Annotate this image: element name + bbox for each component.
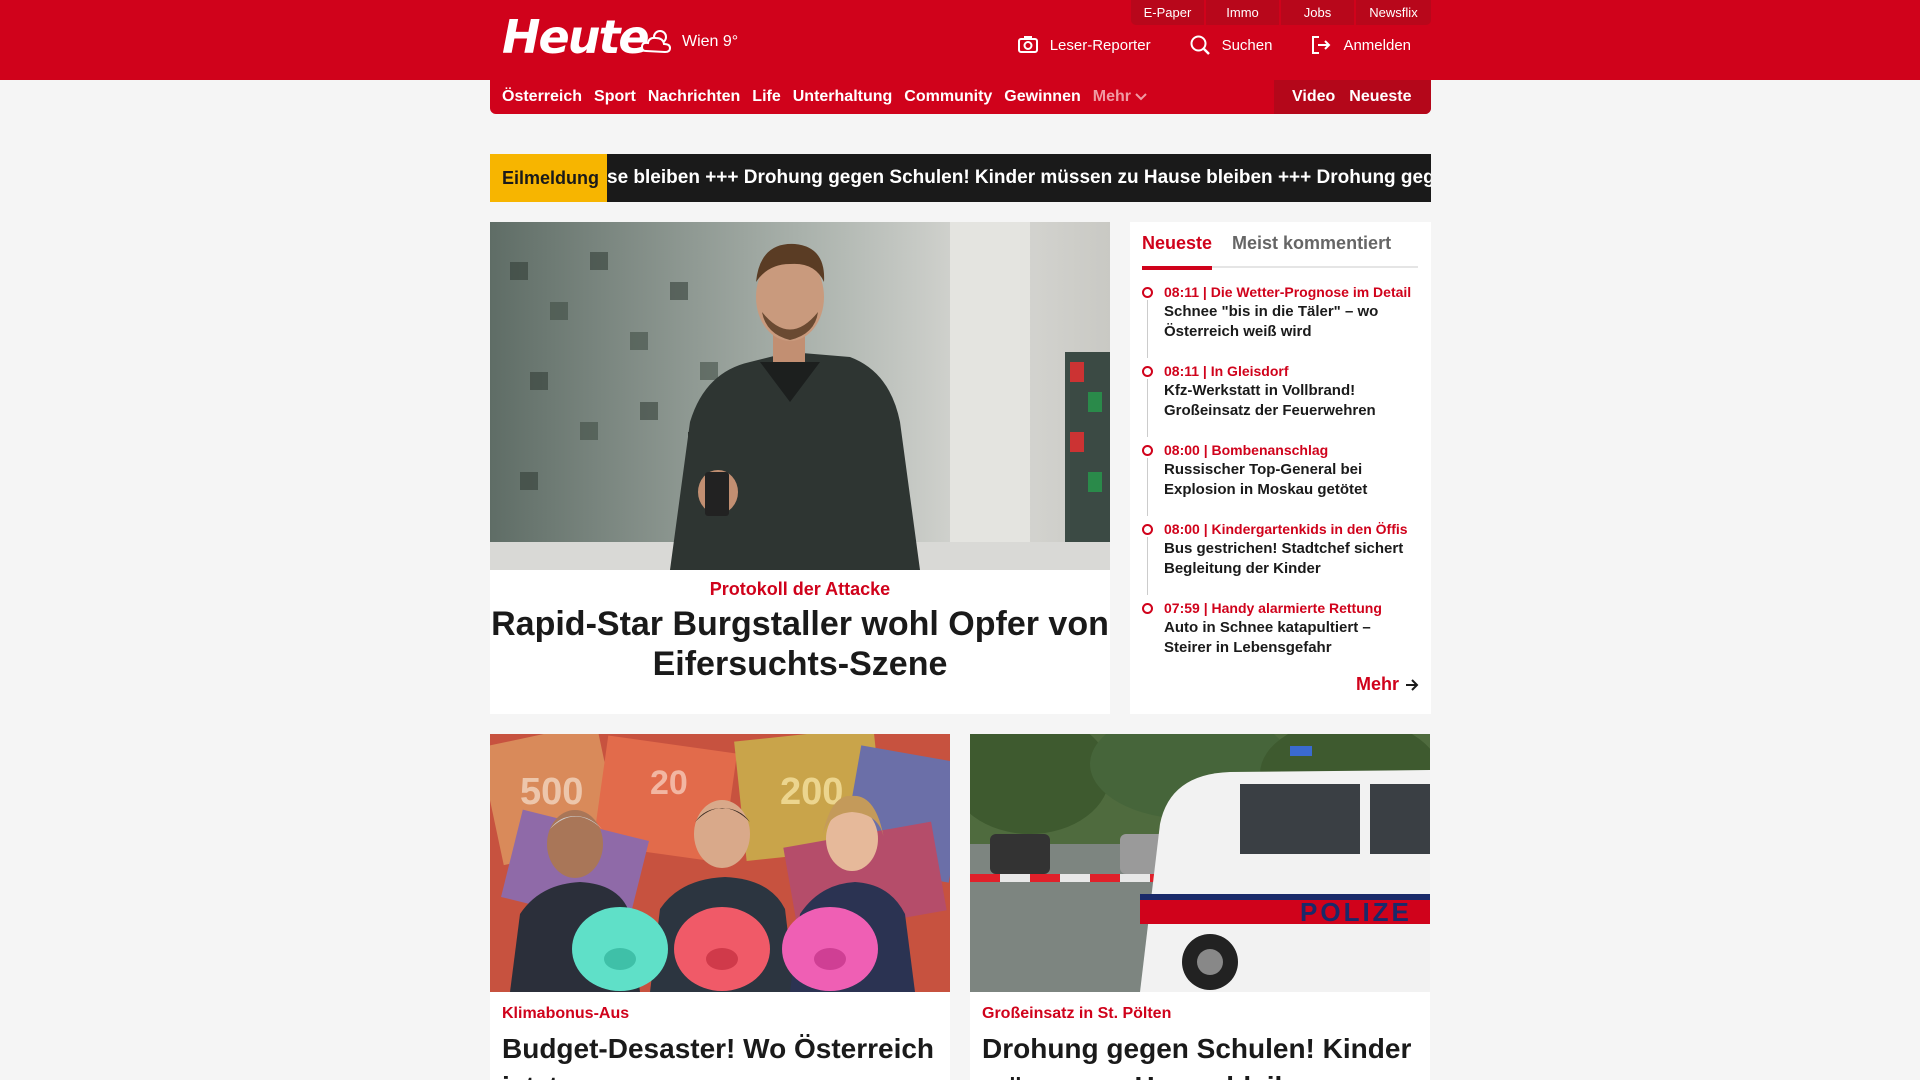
search-label: Suchen xyxy=(1221,36,1273,54)
nav-list: Österreich Sport Nachrichten Life Unterh… xyxy=(502,80,1147,114)
feed-meta: 08:11 | Die Wetter-Prognose im Detail xyxy=(1164,284,1412,300)
tab-neueste[interactable]: Neueste xyxy=(1142,232,1213,270)
camera-icon xyxy=(1017,36,1038,53)
list-item[interactable]: 08:00 | Kindergartenkids in den Öffis Bu… xyxy=(1142,519,1418,598)
article-card[interactable]: 500 200 20 Klimabonus-Aus Budget-Desaste… xyxy=(490,734,950,1080)
site-header: Heute Wien 9° E-Paper Immo Jobs Newsflix… xyxy=(0,0,1920,80)
timeline-dot xyxy=(1142,366,1153,377)
utility-link-epaper[interactable]: E-Paper xyxy=(1131,0,1204,25)
header-inner: Heute Wien 9° E-Paper Immo Jobs Newsflix… xyxy=(490,0,1431,80)
weather-text: Wien 9° xyxy=(682,33,739,50)
nav-item-nachrichten[interactable]: Nachrichten xyxy=(648,88,740,106)
nav-item-unterhaltung[interactable]: Unterhaltung xyxy=(793,88,893,106)
card-title[interactable]: Drohung gegen Schulen! Kinder müssen zu … xyxy=(982,1030,1422,1080)
site-logo[interactable]: Heute xyxy=(502,10,650,64)
svg-text:500: 500 xyxy=(520,771,583,813)
utility-links: E-Paper Immo Jobs Newsflix xyxy=(1131,0,1431,25)
ticker-text[interactable]: se bleiben +++ Drohung gegen Schulen! Ki… xyxy=(607,154,1431,202)
more-link[interactable]: Mehr xyxy=(1356,674,1419,695)
weather-widget[interactable]: Wien 9° xyxy=(640,27,738,57)
timeline-dot xyxy=(1142,287,1153,298)
hero-image[interactable] xyxy=(490,222,1110,570)
leser-reporter-button[interactable]: Leser-Reporter xyxy=(1017,34,1151,56)
latest-news-panel: Neueste Meist kommentiert 08:11 | Die We… xyxy=(1130,222,1431,714)
nav-right-group: Video Neueste xyxy=(1274,80,1431,114)
article-image[interactable]: POLIZE xyxy=(970,734,1430,992)
more-label: Mehr xyxy=(1355,674,1399,694)
arrow-right-icon xyxy=(1406,678,1419,691)
cloud-sun-icon xyxy=(640,30,672,54)
latest-feed: 08:11 | Die Wetter-Prognose im Detail Sc… xyxy=(1142,282,1418,677)
nav-item-neueste[interactable]: Neueste xyxy=(1349,88,1411,106)
ticker-label: Eilmeldung xyxy=(490,154,607,202)
hero-photo xyxy=(490,222,1110,570)
card-kicker[interactable]: Großeinsatz in St. Pölten xyxy=(982,1005,1171,1023)
nav-item-community[interactable]: Community xyxy=(904,88,992,106)
list-item[interactable]: 08:11 | In Gleisdorf Kfz-Werkstatt in Vo… xyxy=(1142,361,1418,440)
hero-title[interactable]: Rapid-Star Burgstaller wohl Opfer von Ei… xyxy=(490,604,1110,684)
polizei-text: POLIZE xyxy=(1300,897,1412,927)
card-title[interactable]: Budget-Desaster! Wo Österreich jetzt spa… xyxy=(502,1030,942,1080)
latest-tabs: Neueste Meist kommentiert xyxy=(1142,232,1418,270)
card-photo: POLIZE xyxy=(970,734,1430,992)
nav-item-oesterreich[interactable]: Österreich xyxy=(502,88,582,106)
nav-more-dropdown[interactable]: Mehr xyxy=(1093,88,1147,106)
nav-more-label: Mehr xyxy=(1092,88,1131,105)
search-icon xyxy=(1190,35,1210,55)
feed-meta: 08:00 | Bombenanschlag xyxy=(1164,442,1329,458)
login-label: Anmelden xyxy=(1343,36,1411,54)
feed-title[interactable]: Schnee "bis in die Täler" – wo Österreic… xyxy=(1164,302,1418,342)
nav-item-life[interactable]: Life xyxy=(752,88,780,106)
main-navigation: Österreich Sport Nachrichten Life Unterh… xyxy=(490,80,1431,114)
search-button[interactable]: Suchen xyxy=(1189,34,1273,56)
hero-kicker[interactable]: Protokoll der Attacke xyxy=(490,579,1110,600)
utility-link-immo[interactable]: Immo xyxy=(1206,0,1279,25)
card-kicker[interactable]: Klimabonus-Aus xyxy=(502,1005,629,1023)
timeline-dot xyxy=(1142,445,1153,456)
feed-meta: 07:59 | Handy alarmierte Rettung xyxy=(1164,600,1382,616)
feed-title[interactable]: Russischer Top-General bei Explosion in … xyxy=(1164,460,1418,500)
feed-meta: 08:00 | Kindergartenkids in den Öffis xyxy=(1164,521,1408,537)
utility-link-jobs[interactable]: Jobs xyxy=(1281,0,1354,25)
timeline-line xyxy=(1147,379,1148,437)
article-card[interactable]: POLIZE Großeinsatz in St. Pölten Drohung… xyxy=(970,734,1430,1080)
list-item[interactable]: 08:11 | Die Wetter-Prognose im Detail Sc… xyxy=(1142,282,1418,361)
list-item[interactable]: 07:59 | Handy alarmierte Rettung Auto in… xyxy=(1142,598,1418,677)
utility-link-newsflix[interactable]: Newsflix xyxy=(1356,0,1431,25)
tab-meist-kommentiert[interactable]: Meist kommentiert xyxy=(1232,232,1391,266)
breaking-news-ticker[interactable]: Eilmeldung se bleiben +++ Drohung gegen … xyxy=(490,154,1431,202)
list-item[interactable]: 08:00 | Bombenanschlag Russischer Top-Ge… xyxy=(1142,440,1418,519)
feed-title[interactable]: Kfz-Werkstatt in Vollbrand! Großeinsatz … xyxy=(1164,381,1418,421)
article-image[interactable]: 500 200 20 xyxy=(490,734,950,992)
feed-title[interactable]: Bus gestrichen! Stadtchef sichert Beglei… xyxy=(1164,539,1418,579)
timeline-line xyxy=(1147,537,1148,595)
timeline-dot xyxy=(1142,524,1153,535)
leser-reporter-label: Leser-Reporter xyxy=(1049,36,1151,54)
feed-meta: 08:11 | In Gleisdorf xyxy=(1164,363,1289,379)
card-photo: 500 200 20 xyxy=(490,734,950,992)
timeline-line xyxy=(1147,300,1148,358)
login-icon xyxy=(1312,36,1331,54)
timeline-dot xyxy=(1142,603,1153,614)
nav-item-sport[interactable]: Sport xyxy=(594,88,636,106)
svg-text:20: 20 xyxy=(650,764,688,802)
nav-item-gewinnen[interactable]: Gewinnen xyxy=(1004,88,1080,106)
login-button[interactable]: Anmelden xyxy=(1310,34,1411,56)
header-actions: Leser-Reporter Suchen Anmelden xyxy=(1017,34,1411,56)
nav-item-video[interactable]: Video xyxy=(1292,88,1335,106)
feed-title[interactable]: Auto in Schnee katapultiert – Steirer in… xyxy=(1164,618,1418,658)
chevron-down-icon xyxy=(1135,93,1147,101)
timeline-line xyxy=(1147,458,1148,516)
hero-article[interactable]: Protokoll der Attacke Rapid-Star Burgsta… xyxy=(490,222,1110,714)
